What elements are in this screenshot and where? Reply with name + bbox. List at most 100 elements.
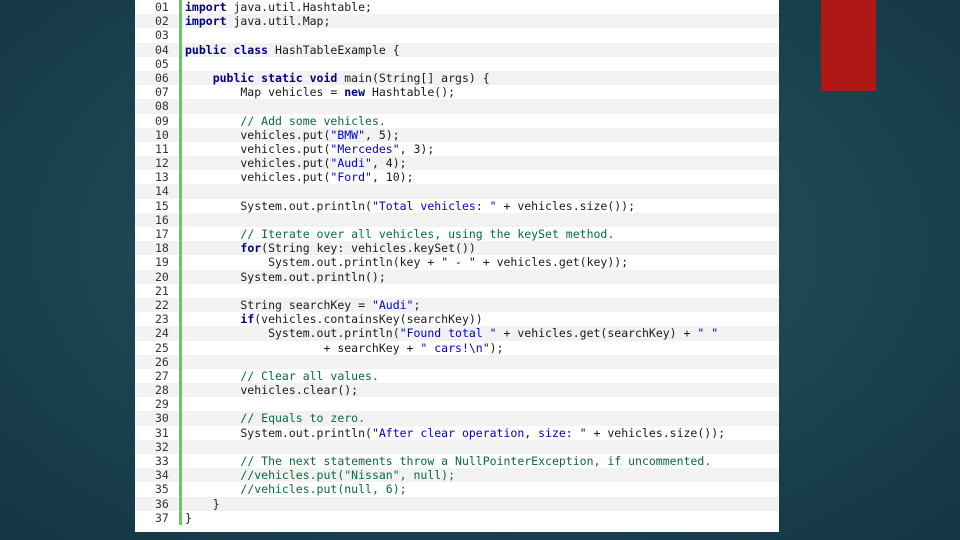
code-text: System.out.println(); [185,269,386,284]
code-line: 34 //vehicles.put("Nissan", null); [135,468,779,483]
code-token: java.util.Hashtable; [226,0,372,14]
code-token: System.out.println( [185,326,400,341]
code-text: vehicles.clear(); [185,383,358,397]
keyword-token: import [185,0,227,14]
code-text: } [185,497,220,511]
code-line: 29 [135,397,779,412]
code-text: public static void main(String[] args) { [185,71,490,85]
code-line: 03 [135,28,779,43]
code-line: 23 if(vehicles.containsKey(searchKey)) [135,312,779,327]
code-token: HashTableExample { [268,42,400,57]
code-line: 18 for(String key: vehicles.keySet()) [135,241,779,256]
code-text: // Add some vehicles. [185,114,385,128]
gutter-marker [179,383,182,398]
code-token: System.out.println(key + [185,255,442,270]
line-number: 06 [155,70,169,85]
code-text: //vehicles.put(null, 6); [185,482,407,497]
gutter-marker [179,397,182,412]
line-number: 16 [155,212,169,227]
line-number: 28 [155,383,169,398]
line-number: 08 [155,99,169,114]
code-lines: 01 import java.util.Hashtable; 02 import ja… [135,0,779,525]
comment-token: //vehicles.put("Nissan", null); [240,468,456,483]
code-text: if(vehicles.containsKey(searchKey)) [185,312,483,327]
gutter-marker [179,184,182,199]
red-accent-block [821,0,876,91]
code-line: 32 [135,439,779,454]
string-token: " - " [441,255,476,270]
code-line: 09 // Add some vehicles. [135,113,779,128]
code-line: 05 [135,56,779,71]
gutter-marker [179,0,182,15]
line-number: 22 [155,297,169,312]
line-number: 29 [155,397,169,412]
code-line: 15 System.out.println("Total vehicles: "… [135,198,779,213]
code-token: } [185,496,220,511]
gutter-marker [179,99,182,114]
code-token: , 4); [371,156,407,171]
gutter-marker [179,28,182,43]
code-text: vehicles.put("BMW", 5); [185,127,400,142]
line-number: 07 [155,85,169,100]
code-token: vehicles.clear(); [185,383,359,398]
gutter-marker [179,156,182,171]
comment-token: //vehicles.put(null, 6); [240,482,407,497]
gutter-marker [179,283,182,298]
code-line: 01 import java.util.Hashtable; [135,0,779,15]
line-number: 15 [155,198,169,213]
code-line: 21 [135,283,779,298]
code-token: vehicles.put( [185,170,331,185]
line-number: 34 [155,468,169,483]
comment-token: // Clear all values. [240,368,379,383]
code-text: System.out.println("Found total " + vehi… [185,326,718,340]
line-number: 33 [155,454,169,468]
code-token: (vehicles.containsKey(searchKey)) [254,312,483,327]
gutter-marker [179,212,182,227]
code-token: Hashtable(); [365,85,456,100]
line-number: 12 [155,156,169,171]
code-token: System.out.println(); [185,269,386,284]
code-text: import java.util.Hashtable; [185,0,372,14]
code-text: // Iterate over all vehicles, using the … [185,227,614,241]
gutter-marker [179,70,182,86]
code-line: 24 System.out.println("Found total " + v… [135,326,779,341]
keyword-token: public static void [212,70,338,85]
code-text: // The next statements throw a NullPoint… [185,454,711,468]
code-token: Map vehicles = [185,85,345,100]
code-line: 04 public class HashTableExample { [135,42,779,57]
line-number: 09 [155,113,169,128]
string-token: "BMW" [330,127,366,142]
code-text: System.out.println("Total vehicles: " + … [185,199,635,213]
line-number: 35 [155,482,169,497]
code-text: + searchKey + " cars!\n"); [185,340,504,355]
line-number: 37 [155,510,169,525]
keyword-token: import [185,14,227,29]
line-number: 31 [155,425,169,440]
code-line: 37} [135,510,779,525]
line-number: 03 [155,28,169,43]
code-token: , 5); [365,127,400,142]
code-line: 33 // The next statements throw a NullPo… [135,454,779,469]
code-token: ); [489,340,504,355]
code-token: } [185,510,192,525]
code-token: String searchKey = [185,297,372,312]
string-token: "Mercedes" [330,141,400,156]
code-text: vehicles.put("Audi", 4); [185,156,407,171]
line-number: 17 [155,227,169,241]
code-token: + vehicles.get(key)); [475,255,629,270]
gutter-marker [179,482,182,497]
line-number: 18 [155,241,169,256]
code-token: + vehicles.size()); [496,198,636,213]
line-number: 27 [155,368,169,383]
line-number: 13 [155,170,169,185]
code-token: + searchKey + [185,340,421,355]
string-token: " " [697,326,719,341]
gutter-marker [179,170,182,185]
string-token: "Audi" [371,297,414,312]
code-line: 16 [135,212,779,227]
code-line: 02 import java.util.Map; [135,14,779,29]
